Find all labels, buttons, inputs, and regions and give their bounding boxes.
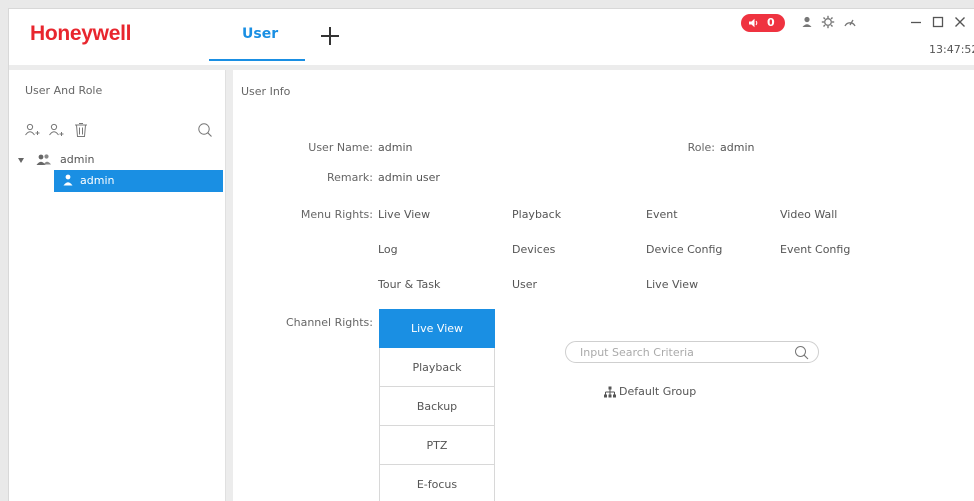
channel-right-label: E-focus bbox=[416, 477, 458, 491]
search-icon[interactable] bbox=[794, 345, 809, 360]
section-title: User Info bbox=[241, 85, 291, 98]
account-icon[interactable] bbox=[800, 15, 814, 29]
channel-rights-label: Channel Rights: bbox=[285, 316, 373, 329]
group-label: Default Group bbox=[619, 385, 697, 398]
delete-icon[interactable] bbox=[73, 122, 89, 138]
caret-down-icon[interactable] bbox=[18, 158, 24, 163]
channel-right-playback[interactable]: Playback bbox=[379, 348, 495, 387]
tree-node-role-admin[interactable]: admin bbox=[17, 152, 217, 170]
settings-gear-icon[interactable] bbox=[821, 15, 835, 29]
tree-node-label: admin bbox=[60, 153, 95, 166]
user-icon bbox=[63, 174, 73, 186]
device-group-icon bbox=[604, 386, 616, 398]
menu-right-item: Playback bbox=[512, 208, 562, 221]
remark-label: Remark: bbox=[327, 171, 373, 184]
menu-right-item: Video Wall bbox=[780, 208, 838, 221]
channel-search-box bbox=[565, 341, 819, 363]
role-group-icon bbox=[36, 154, 51, 165]
tab-user[interactable]: User bbox=[209, 9, 305, 61]
app-window: Honeywell User 0 13:47:52 User And Role … bbox=[8, 8, 974, 501]
alarm-badge[interactable]: 0 bbox=[741, 14, 785, 32]
user-role-panel: User And Role admin admin bbox=[9, 70, 226, 501]
search-icon[interactable] bbox=[197, 122, 213, 138]
speaker-icon bbox=[749, 18, 758, 28]
menu-right-item: Live View bbox=[378, 208, 431, 221]
title-bar: Honeywell User 0 13:47:52 bbox=[9, 9, 974, 65]
role-value: admin bbox=[720, 141, 755, 154]
menu-right-item: Device Config bbox=[646, 243, 723, 256]
menu-rights-label: Menu Rights: bbox=[300, 208, 373, 221]
menu-right-item: Event Config bbox=[780, 243, 851, 256]
tab-user-label: User bbox=[242, 26, 279, 42]
user-info-panel: User Info User Name: admin Role: admin R… bbox=[233, 70, 974, 501]
performance-gauge-icon[interactable] bbox=[843, 15, 857, 29]
menu-right-item: Event bbox=[646, 208, 678, 221]
channel-right-ptz[interactable]: PTZ bbox=[379, 426, 495, 465]
panel-title: User And Role bbox=[25, 84, 103, 97]
channel-right-backup[interactable]: Backup bbox=[379, 387, 495, 426]
remark-value: admin user bbox=[378, 171, 440, 184]
panel-splitter bbox=[226, 70, 233, 501]
tree-node-label: admin bbox=[80, 174, 115, 187]
channel-right-live-view[interactable]: Live View bbox=[379, 309, 495, 348]
menu-right-item: Tour & Task bbox=[378, 278, 441, 291]
user-name-label: User Name: bbox=[308, 141, 373, 154]
channel-right-label: Playback bbox=[412, 360, 462, 374]
clock: 13:47:52 bbox=[929, 43, 974, 56]
channel-right-label: Live View bbox=[410, 322, 464, 335]
menu-right-item: Devices bbox=[512, 243, 556, 256]
minimize-icon[interactable] bbox=[909, 15, 923, 29]
tree-node-default-group[interactable]: Default Group bbox=[604, 384, 724, 400]
tree-node-user-admin[interactable]: admin bbox=[54, 170, 223, 192]
channel-right-e-focus[interactable]: E-focus bbox=[379, 465, 495, 501]
add-user-icon[interactable] bbox=[48, 122, 64, 138]
close-icon[interactable] bbox=[953, 15, 967, 29]
menu-right-item: Live View bbox=[646, 278, 699, 291]
add-role-icon[interactable] bbox=[24, 122, 40, 138]
user-name-value: admin bbox=[378, 141, 413, 154]
channel-rights-list: Live View Playback Backup PTZ E-focus bbox=[379, 309, 495, 501]
brand-logo: Honeywell bbox=[30, 22, 132, 45]
alarm-count: 0 bbox=[767, 16, 775, 29]
channel-search-input[interactable] bbox=[580, 345, 780, 360]
menu-right-item: User bbox=[512, 278, 538, 291]
role-label: Role: bbox=[687, 141, 715, 154]
channel-right-label: Backup bbox=[416, 399, 458, 413]
menu-right-item: Log bbox=[378, 243, 398, 256]
add-tab-icon[interactable] bbox=[321, 27, 339, 45]
maximize-icon[interactable] bbox=[931, 15, 945, 29]
channel-right-label: PTZ bbox=[426, 438, 448, 452]
